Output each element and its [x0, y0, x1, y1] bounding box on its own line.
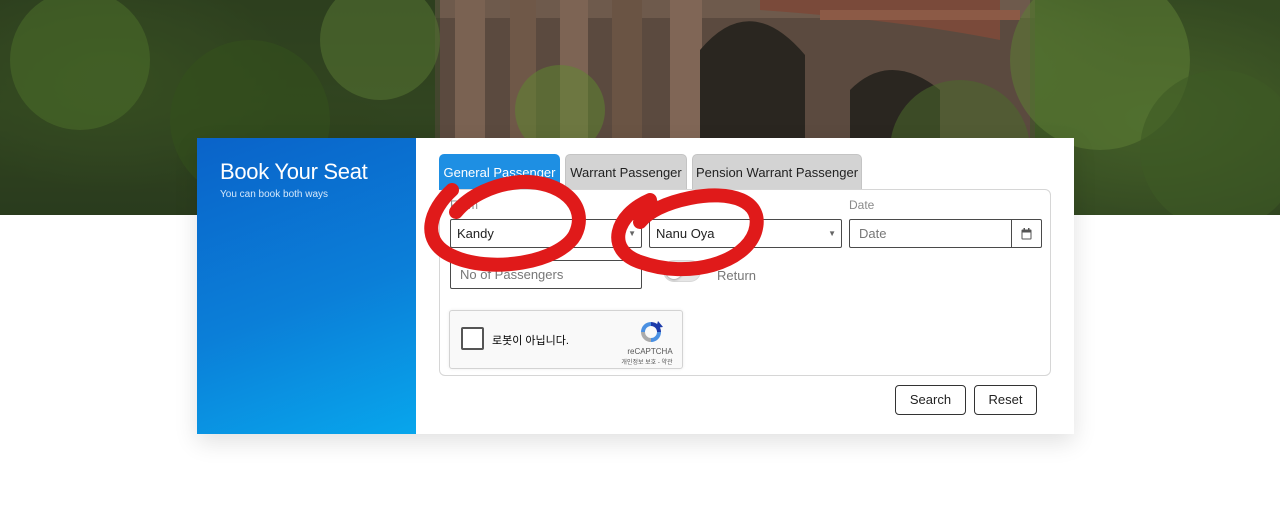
- tab-general-passenger[interactable]: General Passenger: [439, 154, 560, 190]
- date-label: Date: [849, 198, 875, 212]
- from-select[interactable]: Kandy ▼: [450, 219, 642, 248]
- tab-warrant-passenger[interactable]: Warrant Passenger: [565, 154, 687, 190]
- from-label: From: [450, 198, 478, 212]
- chevron-down-icon: ▼: [828, 229, 836, 238]
- recaptcha-widget: 로봇이 아닙니다. reCAPTCHA 개인정보 보호 - 약관: [449, 310, 683, 369]
- booking-form-panel: From To Date Kandy ▼ Nanu Oya ▼ Date No …: [439, 189, 1051, 376]
- booking-header-panel: Book Your Seat You can book both ways: [197, 138, 416, 434]
- toggle-knob: [666, 263, 682, 279]
- reset-button[interactable]: Reset: [974, 385, 1037, 415]
- to-select-value: Nanu Oya: [656, 226, 715, 241]
- return-toggle[interactable]: [663, 260, 701, 282]
- date-input-placeholder: Date: [859, 226, 887, 241]
- booking-subtitle: You can book both ways: [220, 189, 329, 200]
- to-select[interactable]: Nanu Oya ▼: [649, 219, 842, 248]
- recaptcha-brand: reCAPTCHA: [627, 347, 673, 356]
- recaptcha-logo-icon: [641, 321, 663, 342]
- recaptcha-label: 로봇이 아닙니다.: [492, 335, 569, 347]
- calendar-icon[interactable]: [1011, 219, 1041, 248]
- booking-title: Book Your Seat: [220, 159, 368, 184]
- to-label: To: [651, 198, 664, 212]
- from-select-value: Kandy: [457, 226, 494, 241]
- recaptcha-terms-link[interactable]: 개인정보 보호 - 약관: [610, 357, 684, 366]
- date-input[interactable]: Date: [849, 219, 1042, 248]
- tab-pension-warrant-passenger[interactable]: Pension Warrant Passenger: [692, 154, 862, 190]
- recaptcha-checkbox[interactable]: [461, 327, 484, 350]
- passengers-input[interactable]: No of Passengers: [450, 260, 642, 289]
- chevron-down-icon: ▼: [628, 229, 636, 238]
- return-label: Return: [717, 268, 757, 283]
- passengers-input-placeholder: No of Passengers: [460, 267, 564, 282]
- search-button[interactable]: Search: [895, 385, 966, 415]
- booking-card: Book Your Seat You can book both ways Ge…: [197, 138, 1074, 434]
